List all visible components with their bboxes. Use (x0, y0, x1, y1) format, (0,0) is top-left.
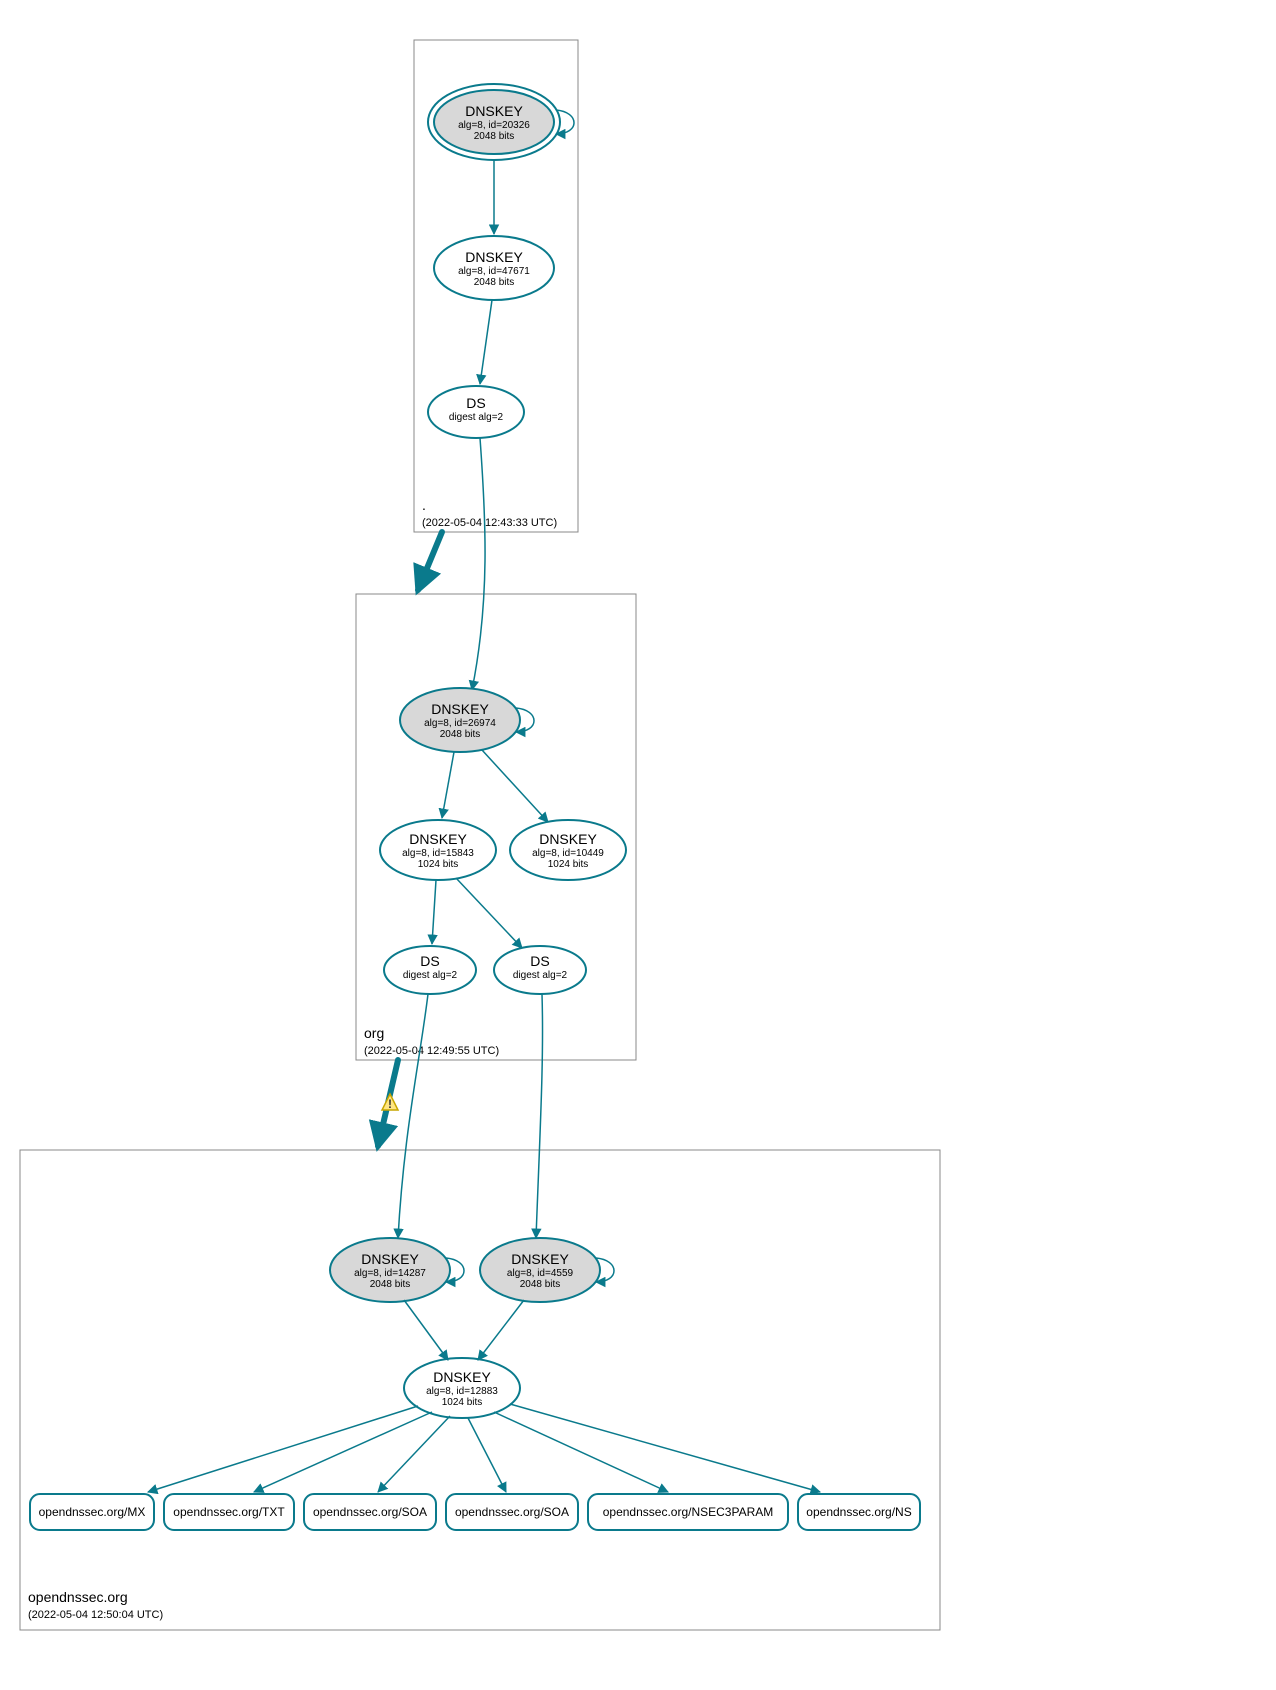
edge-zsk-soa2 (468, 1418, 506, 1492)
root-zsk-line2: alg=8, id=47671 (458, 266, 530, 277)
od-zsk-line2: alg=8, id=12883 (426, 1386, 498, 1397)
od-zsk-line3: 1024 bits (442, 1397, 483, 1408)
root-ksk-line3: 2048 bits (474, 131, 515, 142)
edge-zsk-txt (254, 1412, 432, 1492)
od-ksk2-title: DNSKEY (511, 1251, 569, 1267)
od-ksk1-line2: alg=8, id=14287 (354, 1268, 426, 1279)
od-ksk2-line2: alg=8, id=4559 (507, 1268, 574, 1279)
org-ksk-line2: alg=8, id=26974 (424, 718, 496, 729)
org-zsk1-title: DNSKEY (409, 831, 467, 847)
edge-odksk1-odzsk (404, 1300, 448, 1360)
edge-odksk2-odzsk (478, 1300, 524, 1360)
edge-rootds-orgksk (472, 438, 485, 690)
od-ksk1-title: DNSKEY (361, 1251, 419, 1267)
root-ds-title: DS (466, 395, 485, 411)
zone-label-root: . (422, 497, 426, 513)
record-n3p-label: opendnssec.org/NSEC3PARAM (603, 1505, 774, 1519)
dnssec-chain-diagram: . (2022-05-04 12:43:33 UTC) DNSKEY alg=8… (0, 0, 1276, 1690)
org-zsk2-title: DNSKEY (539, 831, 597, 847)
record-mx-label: opendnssec.org/MX (39, 1505, 146, 1519)
od-zsk-title: DNSKEY (433, 1369, 491, 1385)
edge-zsk-ns (510, 1404, 820, 1492)
record-soa1-label: opendnssec.org/SOA (313, 1505, 427, 1519)
org-ds1-title: DS (420, 953, 439, 969)
edge-root-to-org-delegation (418, 532, 442, 590)
root-ksk-title: DNSKEY (465, 103, 523, 119)
zone-time-opendnssec: (2022-05-04 12:50:04 UTC) (28, 1609, 163, 1621)
warning-icon: ! (382, 1094, 398, 1111)
od-ksk1-line3: 2048 bits (370, 1279, 411, 1290)
org-zsk1-line3: 1024 bits (418, 859, 459, 870)
record-ns-label: opendnssec.org/NS (806, 1505, 911, 1519)
org-zsk1-line2: alg=8, id=15843 (402, 848, 474, 859)
root-ksk-line2: alg=8, id=20326 (458, 120, 530, 131)
edge-zsk-soa1 (378, 1416, 450, 1492)
zone-label-org: org (364, 1025, 384, 1041)
edge-ds2-odksk2 (536, 994, 543, 1238)
od-ksk2-line3: 2048 bits (520, 1279, 561, 1290)
org-zsk2-line2: alg=8, id=10449 (532, 848, 604, 859)
edge-orgksk-zsk1 (442, 752, 454, 818)
org-ds1-line2: digest alg=2 (403, 970, 458, 981)
org-ksk-title: DNSKEY (431, 701, 489, 717)
zone-label-opendnssec: opendnssec.org (28, 1589, 128, 1605)
edge-ds1-odksk1 (398, 994, 428, 1238)
org-zsk2-line3: 1024 bits (548, 859, 589, 870)
edge-zsk1-ds2 (456, 878, 522, 948)
edge-rootzsk-rootds (480, 300, 492, 384)
record-txt-label: opendnssec.org/TXT (173, 1505, 285, 1519)
org-ds2-line2: digest alg=2 (513, 970, 568, 981)
edge-zsk1-ds1 (432, 880, 436, 944)
root-zsk-title: DNSKEY (465, 249, 523, 265)
edge-orgksk-zsk2 (482, 750, 548, 822)
svg-text:!: ! (388, 1097, 392, 1111)
root-zsk-line3: 2048 bits (474, 277, 515, 288)
org-ds2-title: DS (530, 953, 549, 969)
root-ds-line2: digest alg=2 (449, 412, 504, 423)
record-soa2-label: opendnssec.org/SOA (455, 1505, 569, 1519)
zone-time-root: (2022-05-04 12:43:33 UTC) (422, 517, 557, 529)
zone-time-org: (2022-05-04 12:49:55 UTC) (364, 1045, 499, 1057)
org-ksk-line3: 2048 bits (440, 729, 481, 740)
